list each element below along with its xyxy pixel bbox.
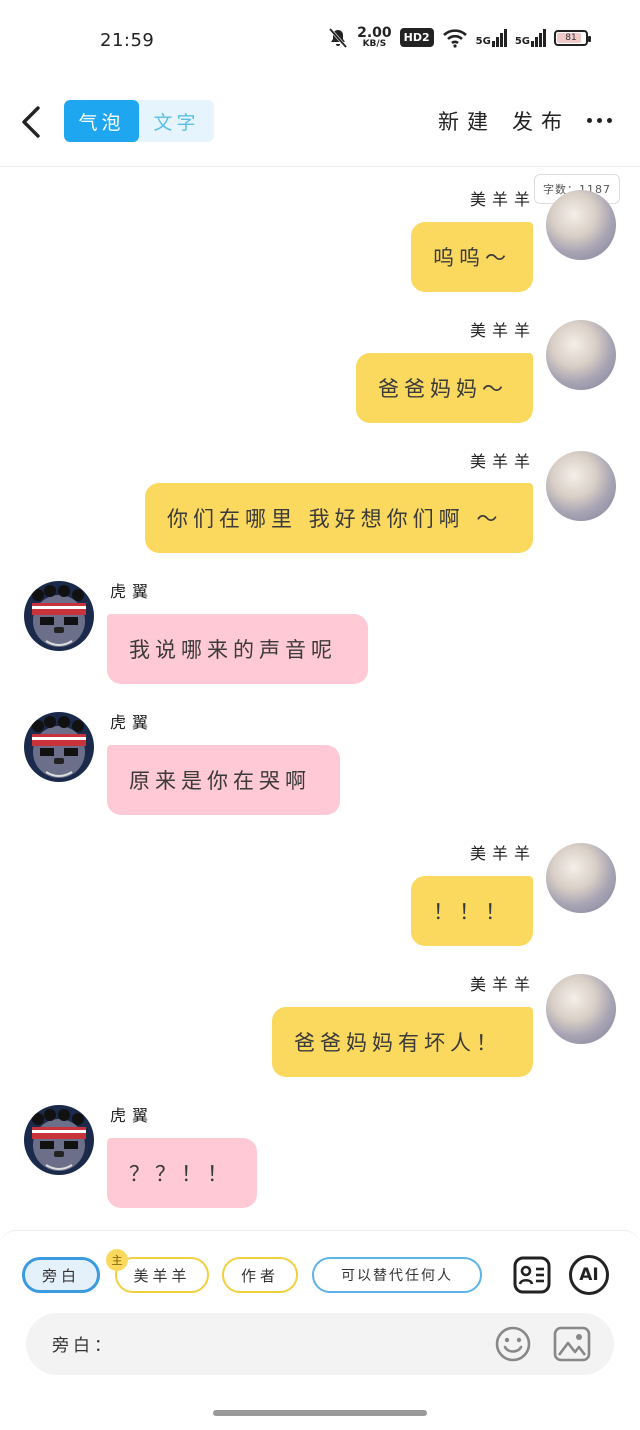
message-bubble[interactable]: 爸爸妈妈有坏人！	[272, 1007, 533, 1077]
message-bubble[interactable]: 我说哪来的声音呢	[107, 614, 368, 684]
role-chip-narration[interactable]: 旁白	[22, 1257, 100, 1293]
role-chip-sheep[interactable]: 美羊羊	[115, 1257, 209, 1293]
home-indicator[interactable]	[213, 1410, 427, 1416]
status-bar: 21:59 2.00 KB/S HD2 5G 5G 81	[0, 0, 640, 80]
speaker-name: 美羊羊	[470, 975, 537, 994]
input-label: 旁白：	[52, 1336, 115, 1356]
avatar[interactable]	[546, 451, 616, 521]
signal-1: 5G	[475, 28, 507, 47]
network-type-2: 5G	[514, 35, 530, 47]
message-bubble[interactable]: 原来是你在哭啊	[107, 745, 340, 815]
message-bubble[interactable]: ！！！	[411, 876, 533, 946]
tiger-avatar-art	[32, 585, 86, 647]
mute-bell-icon	[328, 27, 348, 48]
speed-unit: KB/S	[362, 39, 387, 49]
mode-switch: 气泡 文字	[64, 100, 214, 142]
message-bubble[interactable]: 你们在哪里 我好想你们啊 ～	[145, 483, 533, 553]
hd-badge: HD2	[399, 28, 434, 47]
battery-level: 81	[565, 32, 577, 43]
tab-bubble[interactable]: 气泡	[64, 100, 139, 142]
speaker-name: 虎翼	[110, 1106, 155, 1125]
header: 气泡 文字 新建 发布	[0, 90, 640, 167]
tiger-avatar-art	[32, 1109, 86, 1171]
tiger-avatar-art	[32, 716, 86, 778]
host-badge: 主	[106, 1249, 128, 1271]
avatar[interactable]	[546, 974, 616, 1044]
status-time: 21:59	[100, 30, 155, 51]
new-button[interactable]: 新建	[438, 106, 496, 136]
avatar[interactable]	[24, 712, 94, 782]
message-bubble[interactable]: 呜呜～	[411, 222, 533, 292]
role-chip-anyone[interactable]: 可以替代任何人	[312, 1257, 482, 1293]
avatar[interactable]	[24, 581, 94, 651]
avatar[interactable]	[546, 843, 616, 913]
emoji-icon[interactable]	[494, 1325, 532, 1363]
speaker-name: 虎翼	[110, 582, 155, 601]
narration-input[interactable]: 旁白：	[26, 1313, 614, 1375]
publish-button[interactable]: 发布	[512, 106, 570, 136]
contact-card-icon[interactable]	[512, 1255, 552, 1295]
speaker-name: 虎翼	[110, 713, 155, 732]
wifi-icon	[442, 28, 467, 48]
ai-button[interactable]: AI	[569, 1255, 609, 1295]
network-speed: 2.00 KB/S	[357, 26, 392, 49]
avatar[interactable]	[24, 1105, 94, 1175]
status-icons: 2.00 KB/S HD2 5G 5G 81	[327, 26, 591, 49]
avatar[interactable]	[546, 190, 616, 260]
back-arrow-icon[interactable]	[18, 104, 48, 140]
signal-2: 5G	[514, 28, 546, 47]
message-bubble[interactable]: 爸爸妈妈～	[356, 353, 533, 423]
image-icon[interactable]	[552, 1325, 592, 1363]
compose-panel: 旁白 美羊羊 主 作者 可以替代任何人 AI 旁白：	[0, 1230, 640, 1430]
speaker-name: 美羊羊	[470, 190, 537, 209]
avatar[interactable]	[546, 320, 616, 390]
role-chip-author[interactable]: 作者	[222, 1257, 298, 1293]
more-icon[interactable]	[587, 118, 612, 123]
speed-value: 2.00	[357, 25, 392, 41]
network-type-1: 5G	[475, 35, 491, 47]
speaker-name: 美羊羊	[470, 321, 537, 340]
tab-text[interactable]: 文字	[139, 100, 214, 142]
speaker-name: 美羊羊	[470, 452, 537, 471]
speaker-name: 美羊羊	[470, 844, 537, 863]
battery-icon: 81	[554, 29, 591, 46]
message-bubble[interactable]: ？？！！	[107, 1138, 257, 1208]
